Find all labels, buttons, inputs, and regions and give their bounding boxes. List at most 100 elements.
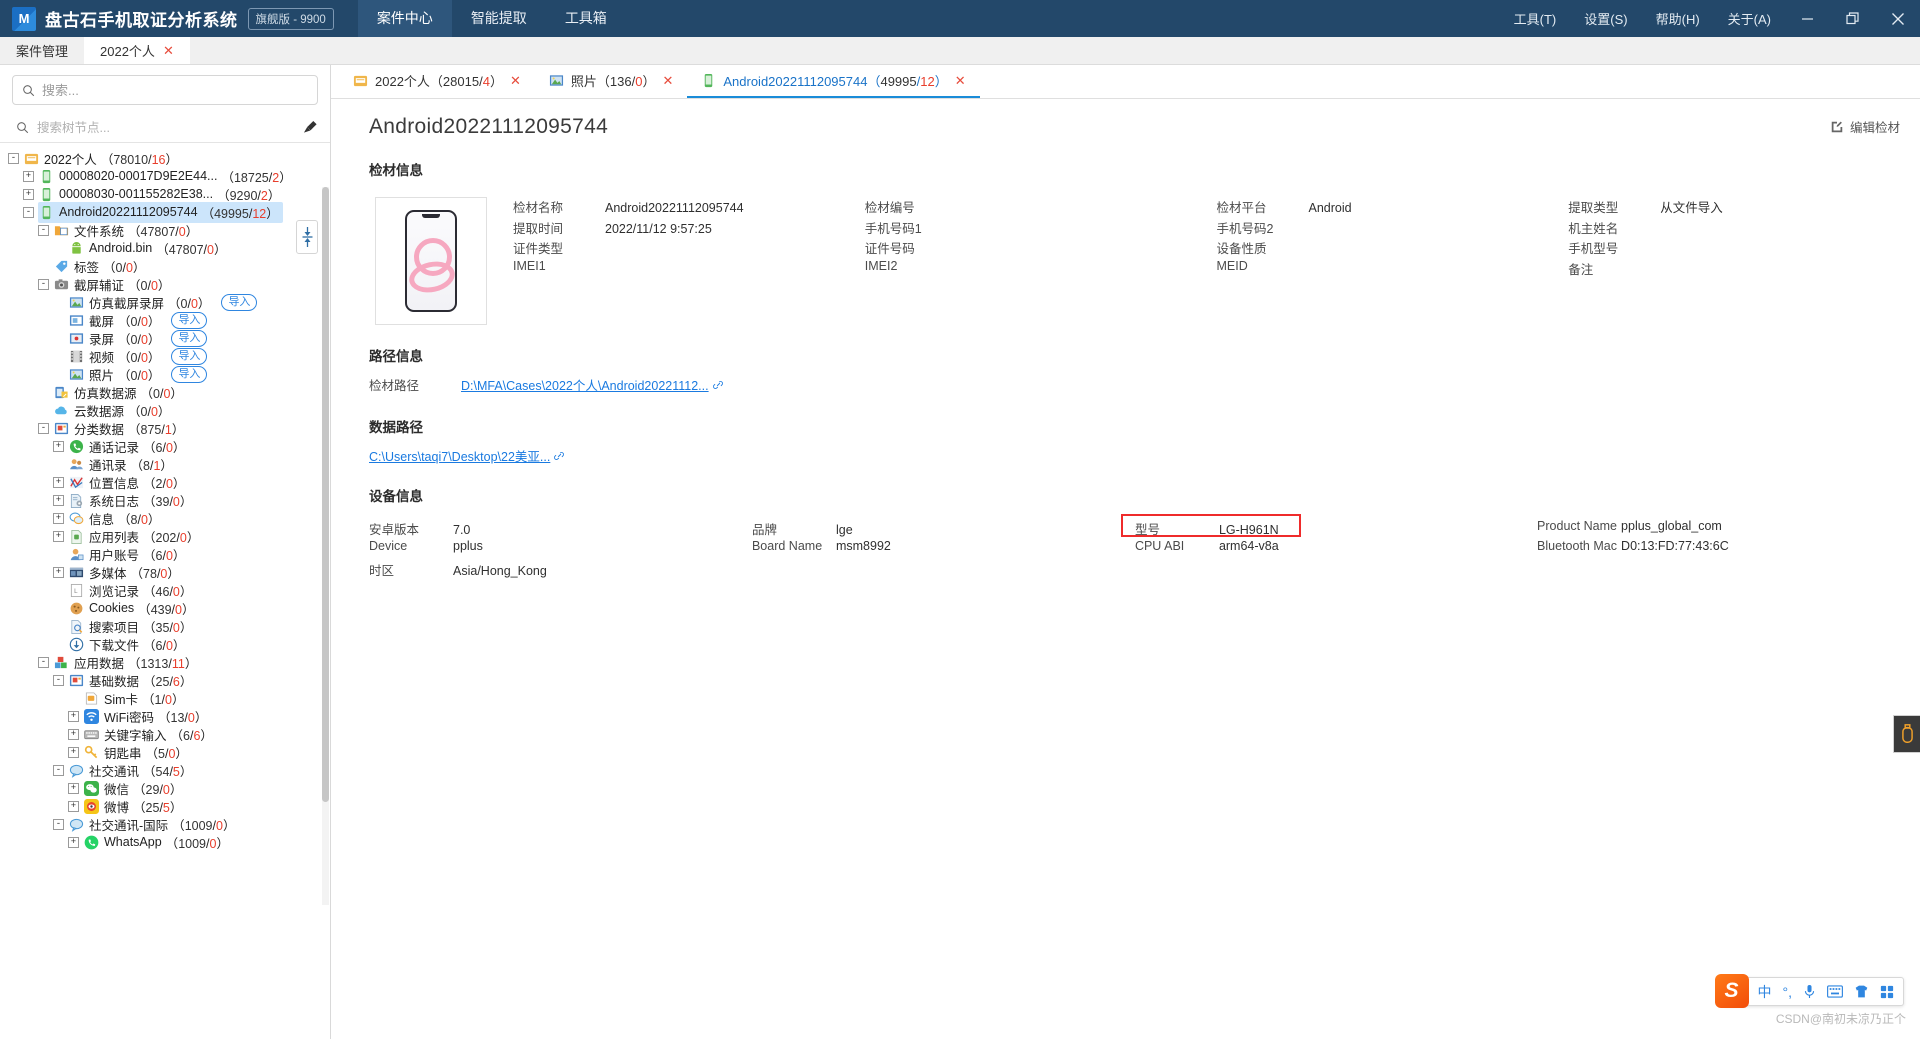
import-button[interactable]: 导入 [171, 311, 208, 329]
tree-node[interactable]: +00008020-00017D9E2E44... （18725/2） [0, 167, 330, 185]
nav-item-case-center[interactable]: 案件中心 [357, 0, 452, 37]
expand-toggle-icon[interactable]: + [53, 494, 64, 506]
evidence-tree[interactable]: -2022个人 （78010/16） +00008020-00017D9E2E44.… [0, 147, 330, 1039]
collapse-toggle-icon[interactable]: - [8, 152, 19, 164]
tree-node[interactable]: - 社交通讯-国际 （1009/0） [0, 815, 330, 833]
close-icon[interactable]: ✕ [510, 74, 521, 87]
tree-node[interactable]: Cookies （439/0） [0, 599, 330, 617]
collapse-toggle-icon[interactable]: - [38, 278, 49, 290]
tree-node[interactable]: + 钥匙串 （5/0） [0, 743, 330, 761]
expand-toggle-icon[interactable]: + [68, 782, 79, 794]
tree-node[interactable]: +00008030-001155282E38... （9290/2） [0, 185, 330, 203]
content-tab[interactable]: 2022个人（28015/4） ✕ [339, 65, 535, 98]
expand-toggle-icon[interactable]: + [68, 800, 79, 812]
tree-node[interactable]: 仿真数据源 （0/0） [0, 383, 330, 401]
nav-item-smart-extract[interactable]: 智能提取 [452, 0, 546, 37]
expand-toggle-icon[interactable]: + [53, 530, 64, 542]
keyboard-icon[interactable] [1827, 985, 1843, 998]
menu-about[interactable]: 关于(A) [1714, 9, 1785, 28]
sort-icon[interactable] [296, 220, 318, 254]
expand-toggle-icon[interactable]: + [23, 170, 34, 182]
close-icon[interactable]: ✕ [163, 44, 174, 57]
tree-node[interactable]: + 位置信息 （2/0） [0, 473, 330, 491]
expand-toggle-icon[interactable]: + [68, 836, 79, 848]
tree-node[interactable]: - 文件系统 （47807/0） [0, 221, 330, 239]
import-button[interactable]: 导入 [171, 329, 208, 347]
ime-language-toggle[interactable]: 中 [1758, 985, 1772, 999]
data-path-link[interactable]: C:\Users\taqi7\Desktop\22美亚... [369, 446, 550, 465]
close-icon[interactable]: ✕ [955, 74, 966, 87]
expand-toggle-icon[interactable]: + [68, 728, 79, 740]
broom-icon[interactable] [303, 120, 318, 135]
tree-node[interactable]: 录屏 （0/0） 导入 [0, 329, 330, 347]
window-minimize-button[interactable] [1785, 0, 1830, 37]
expand-toggle-icon[interactable]: + [53, 440, 64, 452]
tree-node[interactable]: + 应用列表 （202/0） [0, 527, 330, 545]
skin-icon[interactable] [1854, 984, 1869, 999]
mic-icon[interactable] [1803, 984, 1816, 999]
menu-settings[interactable]: 设置(S) [1570, 9, 1641, 28]
tree-node[interactable]: 下载文件 （6/0） [0, 635, 330, 653]
collapse-toggle-icon[interactable]: - [38, 656, 49, 668]
tree-node[interactable]: + 关键字输入 （6/6） [0, 725, 330, 743]
tree-node[interactable]: 通讯录 （8/1） [0, 455, 330, 473]
apps-icon[interactable] [1880, 985, 1894, 999]
expand-toggle-icon[interactable]: + [23, 188, 34, 200]
tree-node[interactable]: 用户账号 （6/0） [0, 545, 330, 563]
usb-device-tab[interactable] [1893, 715, 1920, 753]
import-button[interactable]: 导入 [171, 347, 208, 365]
nav-item-toolbox[interactable]: 工具箱 [546, 0, 626, 37]
collapse-toggle-icon[interactable]: - [23, 206, 34, 218]
expand-toggle-icon[interactable]: + [53, 512, 64, 524]
tree-node[interactable]: - Android20221112095744 （49995/12） [0, 201, 330, 223]
tree-node[interactable]: 视频 （0/0） 导入 [0, 347, 330, 365]
import-button[interactable]: 导入 [171, 365, 208, 383]
tree-scrollbar-track[interactable] [322, 187, 329, 905]
edit-exhibit-button[interactable]: 编辑检材 [1830, 117, 1900, 136]
sogou-ime-logo-icon[interactable]: S [1714, 974, 1749, 1008]
tree-node[interactable]: Sim卡 （1/0） [0, 689, 330, 707]
tree-node[interactable]: - 2022个人 （78010/16） [0, 149, 330, 167]
tree-node[interactable]: 标签 （0/0） [0, 257, 330, 275]
tree-node[interactable]: + 微信 （29/0） [0, 779, 330, 797]
expand-toggle-icon[interactable]: + [68, 710, 79, 722]
menu-tools[interactable]: 工具(T) [1500, 9, 1571, 28]
collapse-toggle-icon[interactable]: - [53, 764, 64, 776]
content-tab[interactable]: 照片（136/0） ✕ [535, 65, 688, 98]
tree-node[interactable]: + WiFi密码 （13/0） [0, 707, 330, 725]
tree-node[interactable]: 云数据源 （0/0） [0, 401, 330, 419]
tree-node[interactable]: 搜索项目 （35/0） [0, 617, 330, 635]
menu-help[interactable]: 帮助(H) [1642, 9, 1714, 28]
collapse-toggle-icon[interactable]: - [53, 818, 64, 830]
tree-node[interactable]: + 信息 （8/0） [0, 509, 330, 527]
tree-node[interactable]: + WhatsApp （1009/0） [0, 833, 330, 851]
tree-node[interactable]: 照片 （0/0） 导入 [0, 365, 330, 383]
tree-node[interactable]: + 通话记录 （6/0） [0, 437, 330, 455]
window-close-button[interactable] [1875, 0, 1920, 37]
expand-toggle-icon[interactable]: + [68, 746, 79, 758]
window-maximize-button[interactable] [1830, 0, 1875, 37]
tree-node[interactable]: - 分类数据 （875/1） [0, 419, 330, 437]
tree-node[interactable]: L 浏览记录 （46/0） [0, 581, 330, 599]
collapse-toggle-icon[interactable]: - [53, 674, 64, 686]
collapse-toggle-icon[interactable]: - [38, 422, 49, 434]
tree-node[interactable]: 仿真截屏录屏 （0/0） 导入 [0, 293, 330, 311]
collapse-toggle-icon[interactable]: - [38, 224, 49, 236]
tree-search-input[interactable] [37, 120, 295, 135]
global-search-box[interactable] [12, 75, 318, 105]
tree-node[interactable]: - 应用数据 （1313/11） [0, 653, 330, 671]
tree-node[interactable]: + 系统日志 （39/0） [0, 491, 330, 509]
content-tab[interactable]: Android20221112095744（49995/12） ✕ [687, 65, 980, 98]
tree-node[interactable]: + 多媒体 （78/0） [0, 563, 330, 581]
search-input[interactable] [42, 82, 308, 98]
ime-punctuation-toggle[interactable]: °, [1783, 985, 1793, 999]
expand-toggle-icon[interactable]: + [53, 566, 64, 578]
tree-node[interactable]: - 基础数据 （25/6） [0, 671, 330, 689]
close-icon[interactable]: ✕ [662, 74, 673, 87]
tree-scrollbar-thumb[interactable] [322, 187, 329, 802]
case-tab-2022personal[interactable]: 2022个人 ✕ [84, 36, 190, 64]
tree-node[interactable]: - 社交通讯 （54/5） [0, 761, 330, 779]
import-button[interactable]: 导入 [221, 293, 258, 311]
tree-node[interactable]: Android.bin （47807/0） [0, 239, 330, 257]
tree-node[interactable]: 截屏 （0/0） 导入 [0, 311, 330, 329]
